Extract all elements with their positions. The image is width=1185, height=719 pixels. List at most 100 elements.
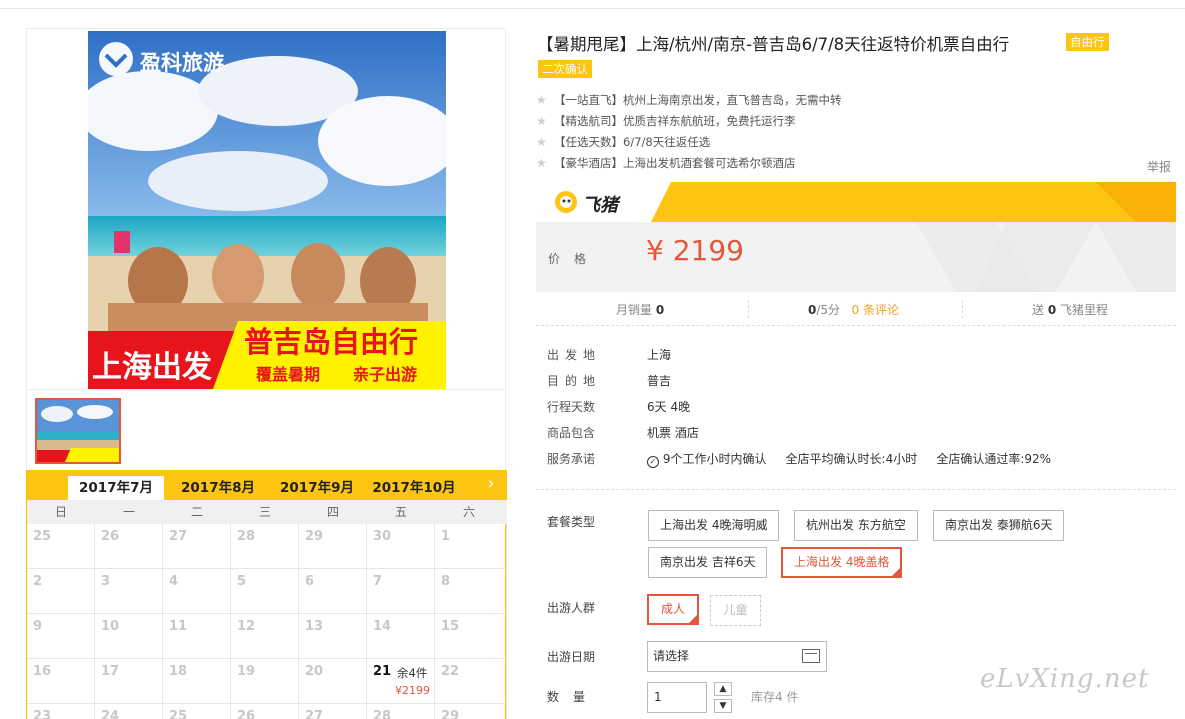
package-option[interactable]: 南京出发 泰狮航6天 [933, 510, 1065, 541]
reviews-link[interactable]: 0 条评论 [852, 303, 899, 317]
feature-text: 【一站直飞】杭州上海南京出发，直飞普吉岛，无需中转 [554, 93, 842, 107]
calendar-day-number: 5 [237, 574, 247, 589]
watermark: eLvXing.net [980, 664, 1150, 694]
star-icon: ★ [536, 93, 547, 107]
calendar-day-number: 24 [101, 709, 120, 719]
weekday-header: 日 一 二 三 四 五 六 [27, 500, 507, 524]
info-row-includes: 商品包含 机票 酒店 [547, 422, 1167, 448]
service-item: 全店平均确认时长:4小时 [785, 452, 918, 466]
weekday-label: 二 [190, 505, 203, 519]
calendar-day-number: 16 [33, 664, 52, 679]
next-month-icon[interactable]: › [483, 474, 499, 494]
section-divider [536, 489, 1176, 490]
calendar-day: 10 [95, 614, 163, 659]
info-key: 出发地 [547, 348, 602, 362]
calendar-day: 26 [231, 704, 299, 719]
calendar-day: 27 [299, 704, 367, 719]
calendar-day-number: 22 [441, 664, 460, 679]
calendar-day-number: 25 [33, 529, 52, 544]
calendar-day-number: 19 [237, 664, 256, 679]
star-icon: ★ [536, 135, 547, 149]
calendar-icon[interactable] [802, 649, 820, 663]
people-label: 出游人群 [547, 601, 596, 615]
calendar-day-number: 17 [101, 664, 120, 679]
reviews-count: 0 [851, 303, 860, 317]
feature-item: ★ 【精选航司】优质吉祥东航航班，免费托运行李 [536, 111, 1176, 132]
feature-text: 【豪华酒店】上海出发机酒套餐可选希尔顿酒店 [554, 156, 796, 170]
calendar-day-available[interactable]: 21 余4件 ¥2199 [367, 659, 435, 704]
quantity-input[interactable]: 1 [647, 682, 707, 713]
thumbnail-row [27, 389, 505, 471]
calendar-day: 8 [435, 569, 507, 614]
info-value: 机票 酒店 [647, 426, 699, 440]
calendar-day: 11 [163, 614, 231, 659]
calendar-day-number: 26 [237, 709, 256, 719]
qty-increase-icon[interactable]: ▲ [714, 682, 732, 696]
month-tab-2[interactable]: 2017年9月 [269, 476, 365, 500]
date-input[interactable]: 请选择 [647, 641, 827, 672]
info-key: 行程天数 [547, 400, 596, 414]
monthly-sales: 月销量 0 [616, 301, 664, 318]
calendar-day: 3 [95, 569, 163, 614]
calendar-day: 9 [27, 614, 95, 659]
price-box: 飞猪 价格 ¥ 2199 [536, 182, 1176, 292]
banner-left-text: 上海出发 [92, 350, 212, 385]
package-option[interactable]: 南京出发 吉祥6天 [648, 547, 768, 578]
weekday-label: 四 [326, 505, 339, 519]
calendar-day: 25 [163, 704, 231, 719]
weekday-label: 日 [54, 505, 67, 519]
calendar-day: 5 [231, 569, 299, 614]
month-tab-1[interactable]: 2017年8月 [170, 476, 266, 500]
date-label: 出游日期 [547, 650, 596, 664]
calendar-day-number: 11 [169, 619, 188, 634]
info-key: 服务承诺 [547, 452, 596, 466]
calendar-day: 24 [95, 704, 163, 719]
calendar-day-price: ¥2199 [395, 684, 430, 697]
calendar-day-number: 30 [373, 529, 392, 544]
monthly-sales-label: 月销量 [616, 303, 653, 317]
calendar-day: 2 [27, 569, 95, 614]
people-adult-option[interactable]: 成人 [647, 594, 699, 625]
tag-second-confirm: 二次确认 [538, 60, 592, 78]
thumbnail-1[interactable] [35, 398, 121, 464]
brand-logo-text: 盈科旅游 [140, 51, 224, 75]
calendar-day-number: 27 [169, 529, 188, 544]
calendar-day: 28 [367, 704, 435, 719]
stats-bar: 月销量 0 0/5分 0 条评论 送 0 飞猪里程 [536, 292, 1176, 326]
package-option[interactable]: 杭州出发 东方航空 [794, 510, 918, 541]
calendar-day: 14 [367, 614, 435, 659]
report-link[interactable]: 举报 [1147, 158, 1171, 175]
banner-main-text: 普吉岛自由行 [244, 325, 419, 359]
package-option[interactable]: 上海出发 4晚海明威 [648, 510, 780, 541]
calendar-day-number: 9 [33, 619, 43, 634]
service-item: 全店确认通过率:92% [936, 452, 1052, 466]
service-item: 9个工作小时内确认 [662, 452, 767, 466]
calendar-day: 29 [299, 524, 367, 569]
package-option-selected[interactable]: 上海出发 4晚盖格 [781, 547, 903, 578]
qty-decrease-icon[interactable]: ▼ [714, 699, 732, 713]
calendar-day-number: 15 [441, 619, 460, 634]
top-divider [0, 8, 1185, 9]
calendar-day-number: 20 [305, 664, 324, 679]
calendar-day: 17 [95, 659, 163, 704]
feature-item: ★ 【任选天数】6/7/8天往返任选 [536, 132, 1176, 153]
calendar-day-number: 27 [305, 709, 324, 719]
info-row-departure: 出发地 上海 [547, 344, 1167, 370]
month-tab-0[interactable]: 2017年7月 [68, 476, 164, 500]
people-child-option[interactable]: 儿童 [710, 595, 761, 626]
main-product-image[interactable]: 盈科旅游 普吉岛自由行 上海出发 覆盖暑期 亲子出游 [88, 31, 446, 389]
tag-free-travel: 自由行 [1066, 33, 1109, 51]
calendar-day: 22 [435, 659, 507, 704]
weekday-label: 五 [394, 505, 407, 519]
product-gallery: 盈科旅游 普吉岛自由行 上海出发 覆盖暑期 亲子出游 [26, 28, 506, 470]
calendar-day-number: 23 [33, 709, 52, 719]
banner-sub1-text: 覆盖暑期 [256, 365, 321, 384]
feature-item: ★ 【豪华酒店】上海出发机酒套餐可选希尔顿酒店 [536, 153, 1176, 174]
service-promises: ✓ 9个工作小时内确认 全店平均确认时长:4小时 全店确认通过率:92% [647, 448, 1051, 470]
calendar-day: 26 [95, 524, 163, 569]
info-key: 商品包含 [547, 426, 596, 440]
calendar-day-number: 1 [441, 529, 451, 544]
stats-separator [748, 300, 749, 318]
calendar-day-number: 10 [101, 619, 120, 634]
month-tab-3[interactable]: 2017年10月 [366, 476, 462, 500]
